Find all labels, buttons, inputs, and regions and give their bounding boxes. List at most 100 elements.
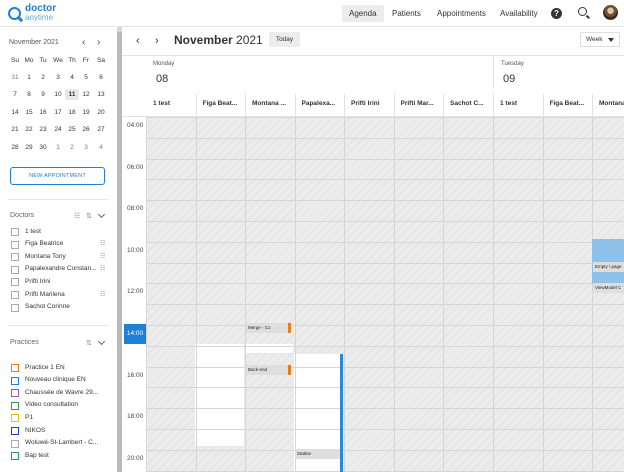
doctor-name[interactable]: Prifti Marilena [25, 291, 100, 298]
calendar-sync-icon[interactable]: ☷ [100, 240, 105, 247]
doctor-name[interactable]: Montana Tony [25, 253, 100, 260]
mini-calendar-day[interactable]: 2 [36, 74, 50, 81]
hour-line [146, 137, 624, 139]
practice-name[interactable]: NIKOS [25, 427, 110, 434]
mini-calendar-day[interactable]: 4 [65, 74, 79, 81]
calendar-sync-icon[interactable]: ☷ [100, 253, 105, 260]
practice-checkbox[interactable] [11, 364, 19, 372]
mini-calendar-day[interactable]: 5 [79, 74, 93, 81]
nav-appointments[interactable]: Appointments [430, 5, 493, 22]
mini-calendar-day[interactable]: 31 [8, 74, 22, 81]
doctor-checkbox[interactable] [11, 303, 19, 312]
mini-calendar-day[interactable]: 22 [22, 126, 36, 133]
calendar-sync-icon[interactable]: ☷ [100, 265, 105, 272]
practice-name[interactable]: Nouveau clinique EN [25, 376, 110, 383]
doctor-name[interactable]: Papalexandre Constan... [25, 265, 100, 272]
logo[interactable]: doctor anytime [8, 4, 56, 22]
mini-calendar-prev-icon[interactable]: ‹ [82, 37, 85, 48]
doctor-checkbox[interactable] [11, 278, 19, 287]
calendar-sync-icon[interactable]: ☷ [100, 291, 105, 298]
doctor-checkbox[interactable] [11, 253, 19, 262]
mini-calendar-next-icon[interactable]: › [97, 37, 100, 48]
mini-calendar-day[interactable]: 6 [94, 74, 108, 81]
next-week-icon[interactable]: › [155, 35, 159, 47]
mini-calendar-day[interactable]: 17 [51, 109, 65, 116]
doctor-checkbox[interactable] [11, 291, 19, 299]
mini-calendar-day[interactable]: 10 [51, 91, 65, 98]
practice-checkbox[interactable] [11, 427, 19, 435]
mini-calendar-day[interactable]: 16 [36, 109, 50, 116]
mini-calendar-day[interactable]: 9 [36, 91, 50, 98]
nav-patients[interactable]: Patients [385, 5, 428, 22]
mini-calendar-day[interactable]: 20 [94, 109, 108, 116]
mini-calendar-day[interactable]: 3 [51, 74, 65, 81]
nav-agenda[interactable]: Agenda [342, 5, 384, 22]
mini-calendar-day[interactable]: 13 [94, 91, 108, 98]
doctor-name[interactable]: Figa Beatrice [25, 240, 100, 247]
nav-availability[interactable]: Availability [493, 5, 545, 22]
avatar[interactable] [603, 5, 618, 20]
practice-checkbox[interactable] [11, 439, 19, 448]
mini-calendar-day[interactable]: 27 [94, 126, 108, 133]
today-button[interactable]: Today [269, 32, 300, 47]
practice-checkbox[interactable] [11, 376, 19, 385]
mini-calendar-day[interactable]: 21 [8, 126, 22, 133]
mini-calendar-day[interactable]: 19 [79, 109, 93, 116]
mini-calendar-day[interactable]: 26 [79, 126, 93, 133]
mini-calendar-day[interactable]: 29 [22, 144, 36, 151]
doctor-checkbox[interactable] [11, 240, 19, 249]
mini-calendar-day[interactable]: 25 [65, 126, 79, 133]
mini-calendar-day[interactable]: 28 [8, 144, 22, 151]
practice-name[interactable]: Bap test [25, 452, 110, 459]
sort-icon[interactable]: ⇅ [86, 212, 92, 220]
mini-calendar-day[interactable]: 12 [79, 91, 93, 98]
mini-calendar-day[interactable]: 4 [94, 144, 108, 151]
practice-name[interactable]: P1 [25, 414, 110, 421]
mini-calendar-day[interactable]: 1 [22, 74, 36, 81]
doctor-name[interactable]: Prifti Irini [25, 278, 100, 285]
appointment[interactable]: Statine [295, 449, 340, 459]
mini-calendar-day[interactable]: 7 [8, 91, 22, 98]
doctor-checkbox[interactable] [11, 228, 19, 236]
mini-calendar-day[interactable]: 24 [51, 126, 65, 133]
practice-name[interactable]: Woluwé-St-Lambert - C... [25, 439, 110, 446]
doctor-checkbox[interactable] [11, 265, 19, 274]
appointment[interactable]: Back-end [246, 365, 289, 375]
mini-calendar-day[interactable]: 1 [51, 144, 65, 151]
doctor-name[interactable]: 1 test [25, 228, 100, 235]
chevron-down-icon[interactable] [97, 337, 106, 346]
appointment[interactable]: ViewModel C [593, 283, 624, 293]
help-icon[interactable]: ? [551, 8, 562, 19]
available-slot[interactable] [195, 344, 244, 447]
appointment[interactable]: Merge - Co [246, 323, 289, 333]
practice-checkbox[interactable] [11, 389, 19, 398]
select-all-icon[interactable]: ☷ [74, 212, 80, 220]
doctor-name[interactable]: Sachot Corinne [25, 303, 100, 310]
mini-calendar-day[interactable]: 11 [65, 89, 79, 100]
mini-calendar-day[interactable]: 15 [22, 109, 36, 116]
mini-calendar-day[interactable]: 30 [36, 144, 50, 151]
day-number-tuesday[interactable]: 09 [503, 73, 515, 85]
mini-calendar-day[interactable]: 14 [8, 109, 22, 116]
search-icon[interactable] [578, 7, 587, 16]
mini-calendar-day[interactable]: 2 [65, 144, 79, 151]
mini-calendar-day[interactable]: 8 [22, 91, 36, 98]
day-number-monday[interactable]: 08 [156, 73, 168, 85]
new-appointment-button[interactable]: NEW APPOINTMENT [10, 167, 105, 185]
practice-name[interactable]: Practice 1 EN [25, 364, 110, 371]
practice-checkbox[interactable] [11, 452, 19, 461]
practice-checkbox[interactable] [11, 414, 19, 423]
weekday: Su [11, 57, 19, 64]
mini-calendar-day[interactable]: 18 [65, 109, 79, 116]
time-grid[interactable]: 04:00 06:00 08:00 10:00 12:00 14:00 16:00 18:00… [122, 117, 624, 472]
appointment[interactable]: Empty \ page [593, 262, 624, 272]
mini-calendar-day[interactable]: 3 [79, 144, 93, 151]
practice-name[interactable]: Video consultation [25, 401, 110, 408]
practice-name[interactable]: Chaussée de Wavre 29... [25, 389, 110, 396]
prev-week-icon[interactable]: ‹ [136, 35, 140, 47]
chevron-down-icon[interactable] [97, 210, 106, 219]
view-select[interactable]: Week [580, 32, 620, 47]
practice-checkbox[interactable] [11, 401, 19, 410]
sort-icon[interactable]: ⇅ [86, 339, 92, 347]
mini-calendar-day[interactable]: 23 [36, 126, 50, 133]
